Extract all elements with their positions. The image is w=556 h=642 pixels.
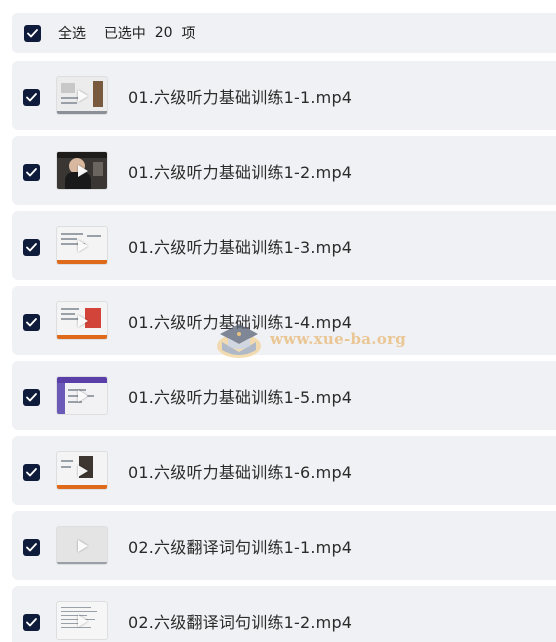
play-icon [78, 539, 88, 552]
check-icon [26, 168, 37, 177]
file-checkbox[interactable] [23, 539, 40, 556]
video-thumbnail[interactable] [57, 152, 107, 189]
check-icon [26, 468, 37, 477]
select-all-label: 全选 [58, 26, 86, 42]
video-thumbnail[interactable] [57, 77, 107, 114]
file-name: 02.六级翻译词句训练1-1.mp4 [128, 537, 353, 557]
file-name: 01.六级听力基础训练1-2.mp4 [128, 162, 353, 182]
file-name: 01.六级听力基础训练1-6.mp4 [128, 462, 353, 482]
selection-summary: 全选 已选中 20 项 [58, 23, 195, 43]
file-selection-panel: 全选 已选中 20 项 01.六级听力基础训练1-1.mp4 01.六级听力基础… [0, 0, 556, 642]
file-name: 02.六级翻译词句训练1-2.mp4 [128, 612, 353, 632]
file-name: 01.六级听力基础训练1-4.mp4 [128, 312, 353, 332]
play-icon [78, 314, 88, 327]
file-row[interactable]: 01.六级听力基础训练1-1.mp4 [12, 61, 556, 130]
file-name: 01.六级听力基础训练1-3.mp4 [128, 237, 353, 257]
file-row[interactable]: 01.六级听力基础训练1-5.mp4 [12, 361, 556, 430]
file-checkbox[interactable] [23, 614, 40, 631]
check-icon [26, 618, 37, 627]
check-icon [26, 543, 37, 552]
file-row[interactable]: 01.六级听力基础训练1-3.mp4 [12, 211, 556, 280]
play-icon [78, 614, 88, 627]
play-icon [78, 464, 88, 477]
file-row[interactable]: 02.六级翻译词句训练1-1.mp4 [12, 511, 556, 580]
file-name: 01.六级听力基础训练1-5.mp4 [128, 387, 353, 407]
selected-count: 20 [154, 25, 173, 41]
file-row[interactable]: 02.六级翻译词句训练1-2.mp4 [12, 586, 556, 642]
file-checkbox[interactable] [23, 164, 40, 181]
file-row[interactable]: 01.六级听力基础训练1-6.mp4 [12, 436, 556, 505]
check-icon [26, 243, 37, 252]
play-icon [78, 89, 88, 102]
file-checkbox[interactable] [23, 89, 40, 106]
video-thumbnail[interactable] [57, 527, 107, 564]
file-row[interactable]: 01.六级听力基础训练1-2.mp4 [12, 136, 556, 205]
play-icon [78, 389, 88, 402]
file-checkbox[interactable] [23, 239, 40, 256]
video-thumbnail[interactable] [57, 377, 107, 414]
video-thumbnail[interactable] [57, 602, 107, 639]
play-icon [78, 164, 88, 177]
video-thumbnail[interactable] [57, 227, 107, 264]
selected-prefix: 已选中 [103, 26, 146, 42]
file-name: 01.六级听力基础训练1-1.mp4 [128, 87, 353, 107]
file-checkbox[interactable] [23, 389, 40, 406]
select-all-checkbox[interactable] [24, 24, 41, 42]
file-checkbox[interactable] [23, 314, 40, 331]
check-icon [26, 318, 37, 327]
video-thumbnail[interactable] [57, 302, 107, 339]
play-icon [78, 239, 88, 252]
check-icon [26, 393, 37, 402]
selected-suffix: 项 [181, 26, 196, 42]
file-row[interactable]: 01.六级听力基础训练1-4.mp4 [12, 286, 556, 355]
file-checkbox[interactable] [23, 464, 40, 481]
check-icon [27, 28, 38, 37]
select-all-bar[interactable]: 全选 已选中 20 项 [12, 13, 556, 53]
check-icon [26, 93, 37, 102]
video-thumbnail[interactable] [57, 452, 107, 489]
